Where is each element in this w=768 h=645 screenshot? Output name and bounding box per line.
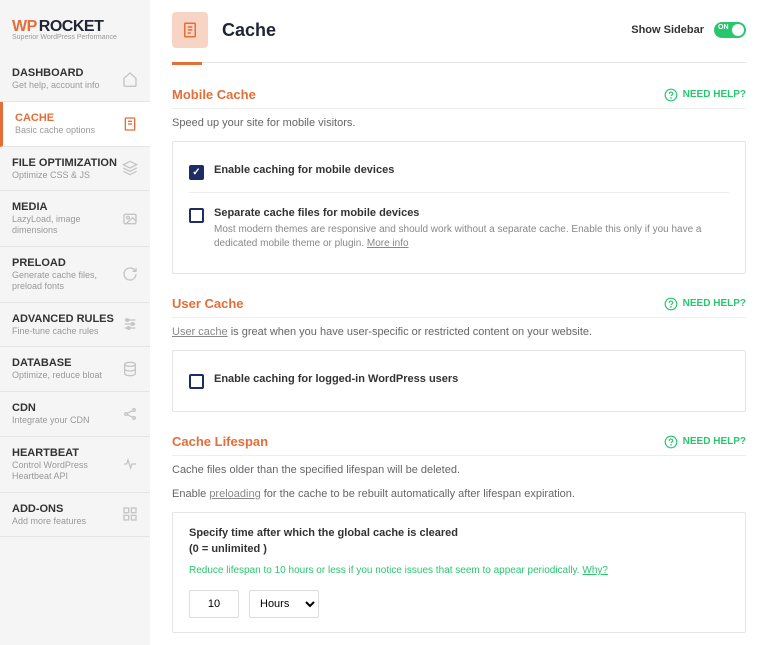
- share-icon: [122, 406, 138, 422]
- checkbox-enable-mobile[interactable]: [189, 165, 204, 180]
- nav-title: PRELOAD: [12, 257, 122, 269]
- nav-title: ADVANCED RULES: [12, 313, 114, 325]
- lifespan-panel-title: Specify time after which the global cach…: [189, 527, 729, 539]
- section-cache-lifespan: Cache Lifespan NEED HELP? Cache files ol…: [172, 434, 746, 633]
- panel-lifespan: Specify time after which the global cach…: [172, 512, 746, 633]
- nav-desc: Generate cache files, preload fonts: [12, 270, 122, 292]
- nav-desc: LazyLoad, image dimensions: [12, 214, 122, 236]
- opt-label: Enable caching for mobile devices: [214, 164, 729, 176]
- sidebar-item-add-ons[interactable]: ADD-ONSAdd more features: [0, 493, 150, 538]
- nav-title: HEARTBEAT: [12, 447, 122, 459]
- opt-label: Enable caching for logged-in WordPress u…: [214, 373, 729, 385]
- help-icon: [664, 297, 678, 311]
- nav-title: DATABASE: [12, 357, 102, 369]
- tab-indicator: [172, 62, 202, 65]
- addon-icon: [122, 506, 138, 522]
- refresh-icon: [122, 266, 138, 282]
- section-desc-mobile: Speed up your site for mobile visitors.: [172, 117, 746, 129]
- nav-title: CDN: [12, 402, 90, 414]
- section-desc-user: User cache is great when you have user-s…: [172, 326, 746, 338]
- logo: WP ROCKET Superior WordPress Performance: [0, 10, 150, 57]
- need-help-lifespan[interactable]: NEED HELP?: [664, 435, 746, 449]
- show-sidebar-label: Show Sidebar: [631, 24, 704, 36]
- nav-desc: Get help, account info: [12, 80, 100, 91]
- db-icon: [122, 361, 138, 377]
- nav-title: MEDIA: [12, 201, 122, 213]
- nav-desc: Fine-tune cache rules: [12, 326, 114, 337]
- need-help-user[interactable]: NEED HELP?: [664, 297, 746, 311]
- sliders-icon: [122, 316, 138, 332]
- lifespan-unit-select[interactable]: Hours: [249, 590, 319, 618]
- why-link[interactable]: Why?: [582, 565, 608, 576]
- lifespan-tip: Reduce lifespan to 10 hours or less if y…: [189, 565, 729, 576]
- section-title-user: User Cache: [172, 296, 244, 311]
- section-user-cache: User Cache NEED HELP? User cache is grea…: [172, 296, 746, 412]
- nav-desc: Optimize CSS & JS: [12, 170, 117, 181]
- opt-label: Separate cache files for mobile devices: [214, 207, 729, 219]
- opt-desc: Most modern themes are responsive and sh…: [214, 223, 729, 251]
- lifespan-desc2: Enable preloading for the cache to be re…: [172, 488, 746, 500]
- sidebar-item-cdn[interactable]: CDNIntegrate your CDN: [0, 392, 150, 437]
- sidebar-item-dashboard[interactable]: DASHBOARDGet help, account info: [0, 57, 150, 102]
- section-title-mobile: Mobile Cache: [172, 87, 256, 102]
- logo-tagline: Superior WordPress Performance: [12, 34, 138, 41]
- sidebar-item-advanced-rules[interactable]: ADVANCED RULESFine-tune cache rules: [0, 303, 150, 348]
- nav-title: FILE OPTIMIZATION: [12, 157, 117, 169]
- lifespan-value-input[interactable]: [189, 590, 239, 618]
- section-mobile-cache: Mobile Cache NEED HELP? Speed up your si…: [172, 87, 746, 274]
- more-info-link[interactable]: More info: [367, 238, 409, 249]
- sidebar: WP ROCKET Superior WordPress Performance…: [0, 0, 150, 645]
- section-title-lifespan: Cache Lifespan: [172, 434, 268, 449]
- heart-icon: [122, 456, 138, 472]
- nav-desc: Optimize, reduce bloat: [12, 370, 102, 381]
- doc-icon: [122, 116, 138, 132]
- sidebar-item-preload[interactable]: PRELOADGenerate cache files, preload fon…: [0, 247, 150, 303]
- nav-desc: Integrate your CDN: [12, 415, 90, 426]
- nav-title: CACHE: [15, 112, 95, 124]
- user-cache-link[interactable]: User cache: [172, 326, 228, 338]
- sidebar-item-file-optimization[interactable]: FILE OPTIMIZATIONOptimize CSS & JS: [0, 147, 150, 192]
- help-icon: [664, 435, 678, 449]
- nav-desc: Control WordPress Heartbeat API: [12, 460, 122, 482]
- sidebar-item-heartbeat[interactable]: HEARTBEATControl WordPress Heartbeat API: [0, 437, 150, 493]
- show-sidebar-toggle[interactable]: ON: [714, 22, 746, 38]
- need-help-mobile[interactable]: NEED HELP?: [664, 88, 746, 102]
- sidebar-item-database[interactable]: DATABASEOptimize, reduce bloat: [0, 347, 150, 392]
- checkbox-user-cache[interactable]: [189, 374, 204, 389]
- page-title: Cache: [222, 20, 276, 41]
- help-icon: [664, 88, 678, 102]
- stack-icon: [122, 160, 138, 176]
- sidebar-item-cache[interactable]: CACHEBasic cache options: [0, 102, 150, 147]
- lifespan-panel-sub: (0 = unlimited ): [189, 543, 729, 555]
- preloading-link[interactable]: preloading: [209, 488, 260, 500]
- header: Cache Show Sidebar ON: [172, 12, 746, 63]
- nav-title: DASHBOARD: [12, 67, 100, 79]
- opt-enable-mobile-cache: Enable caching for mobile devices: [189, 156, 729, 188]
- home-icon: [122, 71, 138, 87]
- opt-separate-mobile-cache: Separate cache files for mobile devices …: [189, 192, 729, 259]
- sidebar-item-media[interactable]: MEDIALazyLoad, image dimensions: [0, 191, 150, 247]
- lifespan-desc1: Cache files older than the specified lif…: [172, 464, 746, 476]
- panel-mobile: Enable caching for mobile devices Separa…: [172, 141, 746, 274]
- nav-desc: Basic cache options: [15, 125, 95, 136]
- nav-title: ADD-ONS: [12, 503, 86, 515]
- cache-icon: [172, 12, 208, 48]
- panel-user: Enable caching for logged-in WordPress u…: [172, 350, 746, 412]
- nav: DASHBOARDGet help, account infoCACHEBasi…: [0, 57, 150, 537]
- checkbox-separate-mobile[interactable]: [189, 208, 204, 223]
- opt-enable-user-cache: Enable caching for logged-in WordPress u…: [189, 365, 729, 397]
- image-icon: [122, 211, 138, 227]
- nav-desc: Add more features: [12, 516, 86, 527]
- main: Cache Show Sidebar ON Mobile Cache NEED …: [150, 0, 768, 645]
